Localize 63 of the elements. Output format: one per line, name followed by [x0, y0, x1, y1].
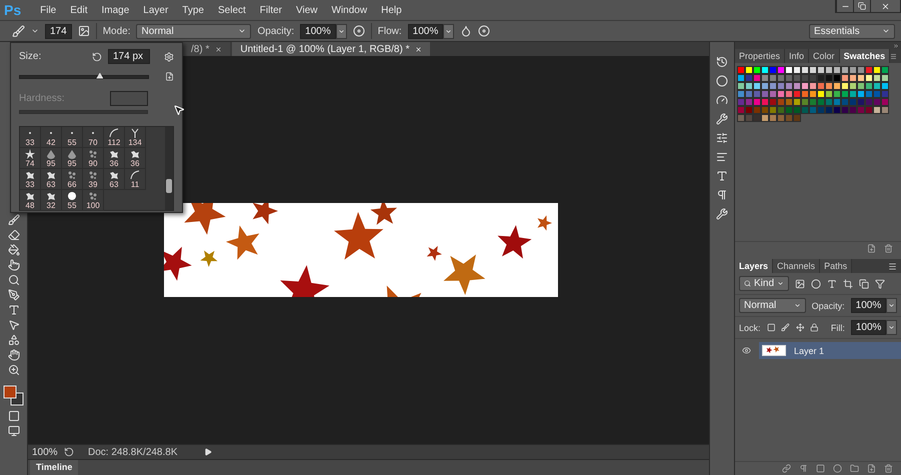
brush-tip[interactable]: 33	[20, 169, 41, 190]
brush-tip[interactable]: 63	[41, 169, 62, 190]
brush-tip[interactable]: 63	[104, 169, 125, 190]
menu-item[interactable]: Edit	[63, 4, 94, 16]
brush-tip[interactable]: 100	[83, 190, 104, 211]
filter-select[interactable]: Kind	[739, 276, 789, 291]
app-logo: Ps	[4, 2, 22, 18]
brush-tip[interactable]: 134	[125, 127, 146, 148]
brush-size-picker[interactable]: 174	[45, 24, 72, 38]
menu-item[interactable]: File	[33, 4, 64, 16]
opacity-field[interactable]: 100%	[300, 24, 336, 38]
brush-tip[interactable]: 32	[41, 190, 62, 211]
brush-tip[interactable]: 36	[104, 148, 125, 169]
blend-mode-select[interactable]: Normal	[739, 298, 806, 313]
document-tab[interactable]: /8) *	[183, 42, 230, 56]
menu-item[interactable]: Window	[324, 4, 374, 16]
document-size: Doc: 248.8K/248.8K	[87, 446, 179, 458]
mode-label: Mode:	[102, 26, 130, 36]
brush-tip[interactable]: 55	[62, 127, 83, 148]
menu-item[interactable]: Image	[94, 4, 136, 16]
panel-tab[interactable]: Channels	[773, 259, 820, 273]
brush-tip[interactable]: 11	[125, 169, 146, 190]
menu-item[interactable]: Layer	[136, 4, 176, 16]
opacity-label: Opacity:	[257, 26, 294, 36]
menu-item[interactable]: Filter	[252, 4, 290, 16]
panel-tab[interactable]: Layers	[735, 259, 774, 273]
brush-tip[interactable]: 70	[83, 127, 104, 148]
brush-tip[interactable]: 66	[62, 169, 83, 190]
panel-tab[interactable]: Color	[809, 49, 840, 63]
panel-tab[interactable]: Properties	[735, 49, 786, 63]
flow-label: Flow:	[378, 26, 402, 36]
brush-tip[interactable]: 90	[83, 148, 104, 169]
workspace-select[interactable]: Essentials	[809, 24, 895, 38]
menu-item[interactable]: Help	[374, 4, 409, 16]
menu-item[interactable]: Select	[210, 4, 253, 16]
brush-tip[interactable]: 36	[125, 148, 146, 169]
fill-label: Fill:	[830, 322, 845, 332]
size-label: Size:	[19, 51, 42, 62]
document-tab[interactable]: Untitled-1 @ 100% (Layer 1, RGB/8) *	[232, 42, 430, 56]
brush-tip[interactable]: 55	[62, 190, 83, 211]
brush-tip[interactable]: 39	[83, 169, 104, 190]
panel-tab[interactable]: Paths	[820, 259, 852, 273]
size-field[interactable]: 174 px	[108, 49, 150, 64]
brush-tip[interactable]: 42	[41, 127, 62, 148]
panel-tab[interactable]: Info	[785, 49, 810, 63]
brush-tip[interactable]: 74	[20, 148, 41, 169]
menu-item[interactable]: Type	[175, 4, 211, 16]
layer-row[interactable]: Layer 1	[759, 342, 901, 359]
panel-tab[interactable]: Swatches	[840, 49, 890, 63]
brush-tip[interactable]: 48	[20, 190, 41, 211]
menu-item[interactable]: View	[289, 4, 325, 16]
brush-tip[interactable]: 95	[41, 148, 62, 169]
layer-opacity-field[interactable]: 100%	[850, 298, 886, 313]
flow-field[interactable]: 100%	[408, 24, 444, 38]
timeline-tab[interactable]: Timeline	[30, 460, 78, 475]
brush-tip[interactable]: 95	[62, 148, 83, 169]
lock-label: Lock:	[739, 322, 761, 332]
opacity-label: Opacity:	[812, 300, 845, 310]
brush-tip[interactable]: 33	[20, 127, 41, 148]
fill-field[interactable]: 100%	[850, 320, 886, 335]
brush-tip[interactable]: 112	[104, 127, 125, 148]
mode-select[interactable]: Normal	[136, 24, 252, 38]
zoom-level: 100%	[32, 446, 58, 458]
